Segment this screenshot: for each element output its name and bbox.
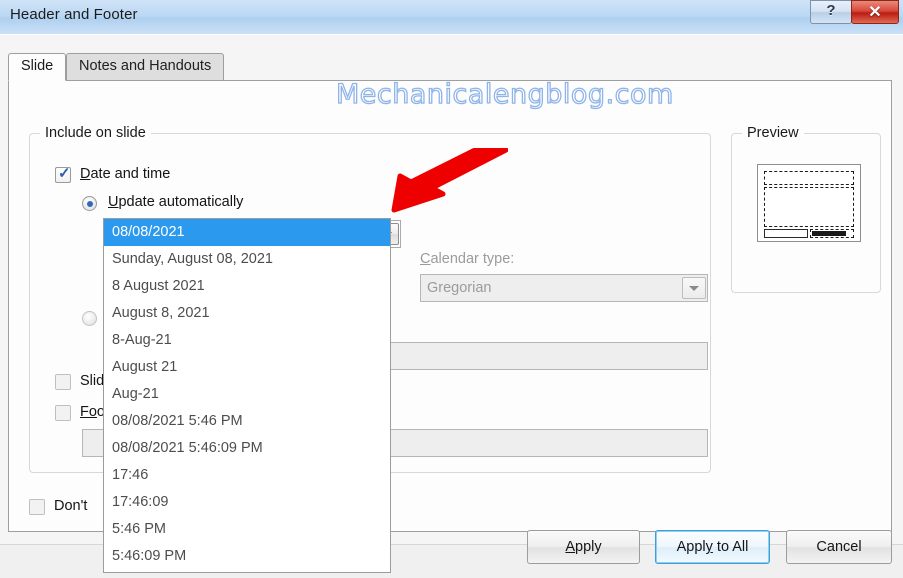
fixed-radio[interactable] [82, 311, 97, 326]
date-and-time-label: Date and time [80, 166, 170, 182]
dropdown-item[interactable]: 17:46:09 [104, 489, 390, 516]
include-on-slide-label: Include on slide [40, 125, 151, 141]
calendar-type-value: Gregorian [427, 280, 492, 296]
dont-show-on-title-slide-label: Don't [54, 498, 88, 514]
slide-number-checkbox[interactable] [55, 374, 71, 390]
dropdown-item[interactable]: Sunday, August 08, 2021 [104, 246, 390, 273]
dont-show-on-title-slide-checkbox[interactable] [29, 499, 45, 515]
date-and-time-accesskey: D [80, 166, 91, 182]
close-button[interactable]: ✕ [851, 0, 899, 24]
help-icon: ? [826, 2, 836, 19]
footer-accesskey: Fo [80, 404, 97, 420]
preview-label: Preview [742, 125, 804, 141]
apply-to-all-label-post: to All [712, 539, 749, 555]
tab-notes-and-handouts[interactable]: Notes and Handouts [66, 53, 225, 81]
cancel-button[interactable]: Cancel [786, 530, 892, 564]
calendar-type-label: Calendar type: [420, 251, 514, 267]
update-automatically-label-rest: pdate automatically [118, 194, 244, 210]
close-icon: ✕ [868, 4, 882, 21]
dropdown-item[interactable]: 17:46 [104, 462, 390, 489]
apply-to-all-accesskey: y [705, 539, 713, 555]
cancel-label: Cancel [816, 539, 862, 555]
footer-checkbox[interactable] [55, 405, 71, 421]
calendar-type-combo-input[interactable]: Gregorian [420, 274, 708, 302]
chevron-down-icon [689, 286, 699, 291]
dropdown-item[interactable]: 5:46:09 PM [104, 543, 390, 570]
tab-slide-label: Slide [21, 58, 54, 74]
calendar-type-dropdown-arrow[interactable] [682, 277, 706, 299]
calendar-type-label-rest: alendar type: [430, 251, 515, 267]
window-title: Header and Footer [10, 6, 138, 23]
dropdown-item[interactable]: August 21 [104, 354, 390, 381]
tab-strip: Slide Notes and Handouts [8, 53, 894, 81]
preview-placeholder-footer-right [810, 229, 854, 238]
apply-to-all-label-pre: Appl [676, 539, 706, 555]
preview-placeholder-body [764, 187, 854, 227]
calendar-type-accesskey: C [420, 251, 431, 267]
date-and-time-label-rest: ate and time [90, 166, 171, 182]
slide-number-label: Slid [80, 373, 105, 389]
help-button[interactable]: ? [810, 0, 852, 24]
dropdown-item[interactable]: 08/08/2021 5:46 PM [104, 408, 390, 435]
footer-label: Foo [80, 404, 105, 420]
dropdown-item[interactable]: 5:46 PM [104, 516, 390, 543]
update-automatically-radio[interactable] [82, 196, 97, 211]
tab-notes-and-handouts-label: Notes and Handouts [79, 58, 212, 74]
preview-group: Preview [731, 125, 881, 293]
preview-slide-thumbnail [757, 164, 861, 242]
date-format-dropdown-list[interactable]: 08/08/2021 Sunday, August 08, 2021 8 Augus… [103, 218, 391, 573]
title-bar: Header and Footer ? ✕ [0, 0, 903, 35]
dropdown-item[interactable]: August 8, 2021 [104, 300, 390, 327]
apply-to-all-button[interactable]: Apply to All [655, 530, 770, 564]
dropdown-item[interactable]: 08/08/2021 5:46:09 PM [104, 435, 390, 462]
checkmark-icon: ✓ [58, 165, 71, 182]
apply-button[interactable]: Apply [527, 530, 640, 564]
date-and-time-checkbox[interactable]: ✓ [55, 165, 71, 183]
apply-accesskey: A [565, 539, 576, 555]
dropdown-item[interactable]: 8-Aug-21 [104, 327, 390, 354]
preview-placeholder-footer-left [764, 229, 808, 238]
apply-label-rest: pply [575, 539, 602, 555]
dropdown-item[interactable]: Aug-21 [104, 381, 390, 408]
tab-slide[interactable]: Slide [8, 53, 67, 81]
preview-placeholder-title [764, 171, 854, 185]
dropdown-item[interactable]: 08/08/2021 [104, 219, 390, 246]
header-and-footer-dialog: Header and Footer ? ✕ Slide Notes and Ha… [0, 0, 903, 578]
update-automatically-label: Update automatically [108, 194, 243, 210]
update-automatically-accesskey: U [108, 194, 119, 210]
radio-dot-icon [86, 200, 93, 207]
preview-highlight-fill [812, 231, 846, 236]
dropdown-item[interactable]: 8 August 2021 [104, 273, 390, 300]
